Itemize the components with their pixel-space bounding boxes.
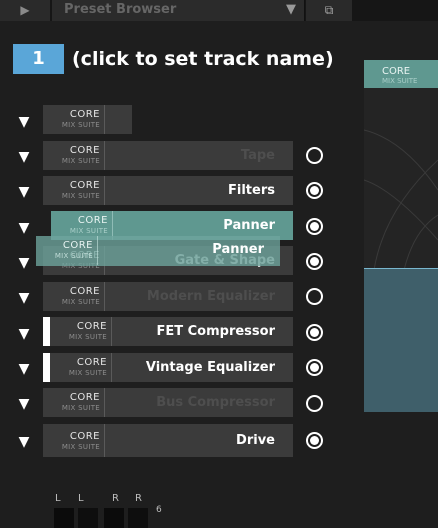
drag-ghost-panner[interactable]: CORE MIX SUITE Panner	[36, 236, 280, 266]
module-label: Tape	[240, 148, 275, 163]
module-filters[interactable]: CORE MIX SUITE Filters	[43, 176, 293, 205]
level-meters	[49, 508, 153, 528]
meter-bar	[128, 508, 148, 528]
module-tape[interactable]: CORE MIX SUITE Tape	[43, 141, 293, 170]
panner-display[interactable]	[364, 120, 438, 270]
meter-labels: L L R R	[55, 493, 142, 504]
expand-arrow-icon[interactable]: ▼	[16, 114, 32, 130]
chevron-down-icon: ▼	[286, 2, 296, 17]
expand-arrow-icon[interactable]: ▼	[16, 290, 32, 306]
play-icon: ▶	[20, 3, 30, 17]
track-name-label[interactable]: (click to set track name)	[72, 46, 334, 72]
power-toggle-bus-compressor[interactable]	[306, 395, 323, 412]
module-active-indicator	[43, 353, 50, 382]
top-bar: ▶ Preset Browser ▼ ⧉	[0, 0, 438, 21]
meter-scale-label: 6	[156, 505, 162, 515]
power-toggle-drive[interactable]	[306, 432, 323, 449]
panner-field[interactable]	[364, 268, 438, 412]
core-mix-suite-logo: CORE MIX SUITE	[43, 388, 105, 417]
module-drive[interactable]: CORE MIX SUITE Drive	[43, 424, 293, 457]
meter-bar	[104, 508, 124, 528]
module-label: Bus Compressor	[156, 395, 275, 410]
radio-dot	[310, 436, 319, 445]
module-label: Drive	[236, 433, 275, 448]
module-bus-compressor[interactable]: CORE MIX SUITE Bus Compressor	[43, 388, 293, 417]
expand-arrow-icon[interactable]: ▼	[16, 361, 32, 377]
core-mix-suite-logo: CORE MIX SUITE	[43, 282, 105, 311]
module-modern-equalizer[interactable]: CORE MIX SUITE Modern Equalizer	[43, 282, 293, 311]
core-mix-suite-logo: CORE MIX SUITE	[43, 424, 105, 457]
expand-arrow-icon[interactable]: ▼	[16, 255, 32, 271]
core-mix-suite-logo: CORE MIX SUITE	[43, 141, 105, 170]
expand-arrow-icon[interactable]: ▼	[16, 434, 32, 450]
radio-dot	[310, 257, 319, 266]
module-editor-panel: CORE MIX SUITE	[364, 60, 438, 412]
power-toggle-vintage-equalizer[interactable]	[306, 359, 323, 376]
window-toggle-button[interactable]: ⧉	[306, 0, 352, 21]
meter-bar	[54, 508, 74, 528]
core-mix-suite-logo: CORE MIX SUITE	[50, 317, 112, 346]
power-toggle-tape[interactable]	[306, 147, 323, 164]
expand-arrow-icon[interactable]: ▼	[16, 326, 32, 342]
expand-arrow-icon[interactable]: ▼	[16, 184, 32, 200]
expand-arrow-icon[interactable]: ▼	[16, 396, 32, 412]
core-mix-suite-logo: CORE MIX SUITE	[36, 236, 98, 265]
module-label: Vintage Equalizer	[145, 360, 275, 375]
power-toggle-gate-shape[interactable]	[306, 253, 323, 270]
meter-bar	[78, 508, 98, 528]
module-label: Filters	[228, 183, 275, 198]
window-icon: ⧉	[324, 3, 334, 17]
radio-dot	[310, 186, 319, 195]
track-number-badge[interactable]: 1	[13, 44, 64, 74]
radio-dot	[310, 222, 319, 231]
radio-dot	[310, 363, 319, 372]
core-mix-suite-logo: CORE MIX SUITE	[43, 105, 105, 134]
module-slot-top[interactable]: CORE MIX SUITE	[43, 105, 132, 134]
drag-ghost-label: Panner	[212, 242, 264, 257]
power-toggle-panner[interactable]	[306, 218, 323, 235]
core-mix-suite-logo: CORE MIX SUITE	[43, 176, 105, 205]
power-toggle-fet-compressor[interactable]	[306, 324, 323, 341]
power-toggle-filters[interactable]	[306, 182, 323, 199]
radio-dot	[310, 328, 319, 337]
play-button[interactable]: ▶	[0, 0, 50, 21]
module-fet-compressor[interactable]: CORE MIX SUITE FET Compressor	[50, 317, 293, 346]
module-label: Modern Equalizer	[146, 289, 275, 304]
expand-arrow-icon[interactable]: ▼	[16, 149, 32, 165]
expand-arrow-icon[interactable]: ▼	[16, 220, 32, 236]
editor-header[interactable]: CORE MIX SUITE	[364, 60, 438, 88]
preset-browser-label: Preset Browser	[64, 2, 177, 17]
preset-browser-dropdown[interactable]: Preset Browser ▼	[52, 0, 305, 21]
module-label: FET Compressor	[156, 324, 275, 339]
core-mix-suite-logo: CORE MIX SUITE	[50, 353, 112, 382]
module-vintage-equalizer[interactable]: CORE MIX SUITE Vintage Equalizer	[50, 353, 293, 382]
module-active-indicator	[43, 317, 50, 346]
power-toggle-modern-equalizer[interactable]	[306, 288, 323, 305]
